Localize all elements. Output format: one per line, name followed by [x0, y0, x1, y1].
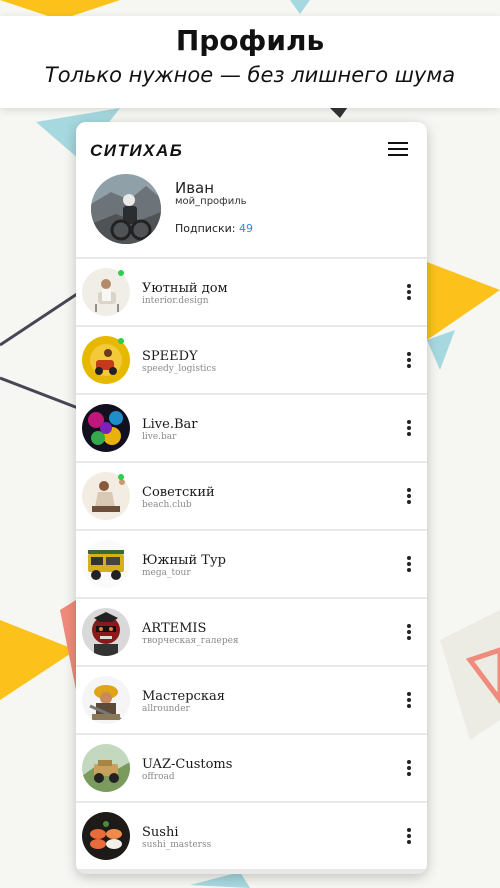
- subscriptions-count[interactable]: 49: [239, 222, 253, 235]
- list-item[interactable]: Уютный дом interior.design: [76, 259, 427, 325]
- item-name: UAZ-Customs: [142, 757, 233, 772]
- item-handle: mega_tour: [142, 568, 191, 578]
- more-options-icon[interactable]: [406, 284, 412, 300]
- user-name: Иван: [175, 179, 215, 197]
- more-options-icon[interactable]: [406, 420, 412, 436]
- item-name: Южный Тур: [142, 553, 226, 568]
- banner-title: Профиль: [175, 24, 325, 57]
- online-indicator: [118, 338, 124, 344]
- item-name: Мастерская: [142, 689, 225, 704]
- avatar: [82, 676, 130, 724]
- more-options-icon[interactable]: [406, 488, 412, 504]
- avatar: [82, 608, 130, 656]
- svg-text:СИТИХАБ: СИТИХАБ: [90, 142, 183, 158]
- profile-card: СИТИХАБ Иван мой_профиль Подписки: 49: [76, 122, 427, 257]
- subscriptions-counter[interactable]: Подписки: 49: [175, 222, 253, 235]
- item-handle: allrounder: [142, 704, 190, 714]
- list-item[interactable]: Sushi sushi_masterss: [76, 803, 427, 869]
- item-handle: live.bar: [142, 432, 177, 442]
- more-options-icon[interactable]: [406, 624, 412, 640]
- more-options-icon[interactable]: [406, 828, 412, 844]
- more-options-icon[interactable]: [406, 556, 412, 572]
- online-indicator: [118, 474, 124, 480]
- item-handle: sushi_masterss: [142, 840, 212, 850]
- subscriptions-list: Уютный дом interior.design SPEEDY speedy…: [76, 259, 427, 871]
- item-handle: beach.club: [142, 500, 192, 510]
- more-options-icon[interactable]: [406, 692, 412, 708]
- header-banner: Профиль Только нужное — без лишнего шума: [0, 16, 500, 108]
- item-name: SPEEDY: [142, 349, 198, 364]
- item-handle: творческая_галерея: [142, 636, 239, 646]
- avatar: [82, 744, 130, 792]
- item-handle: offroad: [142, 772, 175, 782]
- item-name: Уютный дом: [142, 281, 228, 296]
- item-name: Live.Bar: [142, 417, 198, 432]
- avatar[interactable]: [91, 174, 161, 244]
- list-item[interactable]: ARTEMIS творческая_галерея: [76, 599, 427, 665]
- item-name: Советский: [142, 485, 215, 500]
- app-logo[interactable]: СИТИХАБ: [90, 142, 226, 158]
- avatar: [82, 812, 130, 860]
- banner-subtitle: Только нужное — без лишнего шума: [44, 63, 456, 87]
- online-indicator: [118, 270, 124, 276]
- list-item[interactable]: UAZ-Customs offroad: [76, 735, 427, 801]
- item-name: Sushi: [142, 825, 179, 840]
- item-name: ARTEMIS: [142, 621, 207, 636]
- item-handle: speedy_logistics: [142, 364, 217, 374]
- list-item[interactable]: SPEEDY speedy_logistics: [76, 327, 427, 393]
- phone-screen: СИТИХАБ Иван мой_профиль Подписки: 49 Ую…: [76, 122, 427, 874]
- avatar: [82, 540, 130, 588]
- more-options-icon[interactable]: [406, 760, 412, 776]
- hamburger-menu-icon[interactable]: [388, 139, 410, 159]
- avatar: [82, 404, 130, 452]
- list-item[interactable]: Южный Тур mega_tour: [76, 531, 427, 597]
- item-handle: interior.design: [142, 296, 209, 306]
- subscriptions-label: Подписки:: [175, 222, 236, 235]
- list-item[interactable]: Live.Bar live.bar: [76, 395, 427, 461]
- list-item[interactable]: Мастерская allrounder: [76, 667, 427, 733]
- more-options-icon[interactable]: [406, 352, 412, 368]
- user-handle: мой_профиль: [175, 196, 247, 207]
- list-item[interactable]: Советский beach.club: [76, 463, 427, 529]
